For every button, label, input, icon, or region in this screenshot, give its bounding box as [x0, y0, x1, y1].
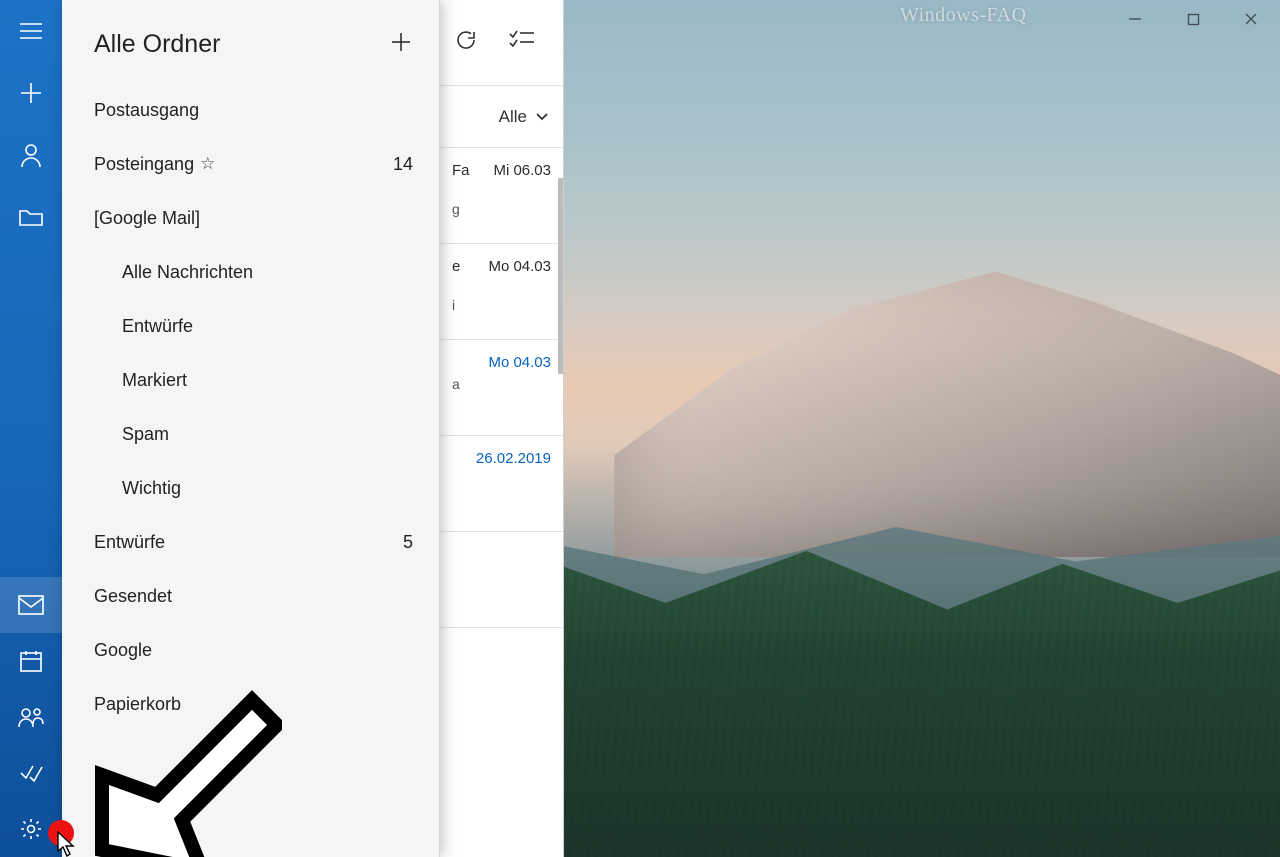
folder-item[interactable]: Google: [62, 623, 439, 677]
folder-label: Gesendet: [94, 586, 172, 607]
new-mail-icon[interactable]: [0, 62, 62, 124]
folder-item[interactable]: Entwürfe 5: [62, 515, 439, 569]
message-item[interactable]: Mo 04.03ei: [440, 244, 563, 340]
message-item[interactable]: Mi 06.03Fag: [440, 148, 563, 244]
message-snippet-2: a: [452, 376, 551, 392]
folder-item[interactable]: Postausgang: [62, 83, 439, 137]
add-folder-button[interactable]: [389, 30, 413, 59]
message-date: 26.02.2019: [476, 450, 551, 467]
calendar-icon[interactable]: [0, 633, 62, 689]
folder-item[interactable]: Spam: [62, 407, 439, 461]
watermark-text: Windows-FAQ: [900, 4, 1027, 27]
folder-item[interactable]: Posteingang ☆ 14: [62, 137, 439, 191]
message-date: Mi 06.03: [493, 162, 551, 179]
minimize-button[interactable]: [1106, 0, 1164, 38]
folder-item[interactable]: Entwürfe: [62, 299, 439, 353]
folder-label: Posteingang: [94, 154, 194, 175]
mouse-cursor-icon: [57, 831, 75, 857]
folder-icon[interactable]: [0, 186, 62, 248]
star-icon[interactable]: ☆: [200, 154, 215, 174]
folder-count: 5: [403, 532, 413, 553]
folder-label: Alle Nachrichten: [122, 262, 253, 283]
mail-icon[interactable]: [0, 577, 62, 633]
account-icon[interactable]: [0, 124, 62, 186]
maximize-button[interactable]: [1164, 0, 1222, 38]
folder-label: Postausgang: [94, 100, 199, 121]
folder-label: Entwürfe: [94, 532, 165, 553]
filter-row[interactable]: Alle: [440, 86, 563, 148]
folder-label: [Google Mail]: [94, 208, 200, 229]
message-date: Mo 04.03: [488, 354, 551, 371]
mail-app-window: Windows-FAQ: [0, 0, 1280, 857]
message-item[interactable]: [440, 532, 563, 628]
scrollbar-thumb[interactable]: [558, 178, 563, 374]
window-buttons: [1106, 0, 1280, 38]
flyout-title: Alle Ordner: [94, 30, 220, 59]
filter-label: Alle: [499, 107, 527, 127]
message-date: Mo 04.03: [488, 258, 551, 275]
folder-label: Markiert: [122, 370, 187, 391]
folder-item[interactable]: Alle Nachrichten: [62, 245, 439, 299]
chevron-down-icon: [535, 107, 549, 127]
folder-item[interactable]: Markiert: [62, 353, 439, 407]
refresh-icon[interactable]: [454, 28, 478, 57]
message-snippet-2: i: [452, 297, 551, 313]
nav-rail: [0, 0, 62, 857]
folder-item[interactable]: [Google Mail]: [62, 191, 439, 245]
folder-list: Postausgang Posteingang ☆ 14 [Google Mail] Al…: [62, 77, 439, 731]
close-button[interactable]: [1222, 0, 1280, 38]
message-item[interactable]: Mo 04.03 a: [440, 340, 563, 436]
folder-count: 14: [393, 154, 413, 175]
annotation-arrow-icon: [82, 680, 282, 857]
folder-label: Wichtig: [122, 478, 181, 499]
message-toolbar: [440, 0, 563, 86]
message-item[interactable]: 26.02.2019: [440, 436, 563, 532]
select-mode-icon[interactable]: [508, 30, 534, 55]
folder-item[interactable]: Wichtig: [62, 461, 439, 515]
hamburger-icon[interactable]: [0, 0, 62, 62]
message-snippet-2: g: [452, 201, 551, 217]
people-icon[interactable]: [0, 689, 62, 745]
folder-item[interactable]: Gesendet: [62, 569, 439, 623]
message-list: Mi 06.03FagMo 04.03eiMo 04.03a26.02.2019: [440, 148, 563, 628]
flyout-header: Alle Ordner: [62, 0, 439, 77]
message-list-column: Alle Mi 06.03FagMo 04.03eiMo 04.03a26.02…: [440, 0, 564, 857]
folder-label: Google: [94, 640, 152, 661]
folder-label: Spam: [122, 424, 169, 445]
todo-icon[interactable]: [0, 745, 62, 801]
folder-label: Entwürfe: [122, 316, 193, 337]
